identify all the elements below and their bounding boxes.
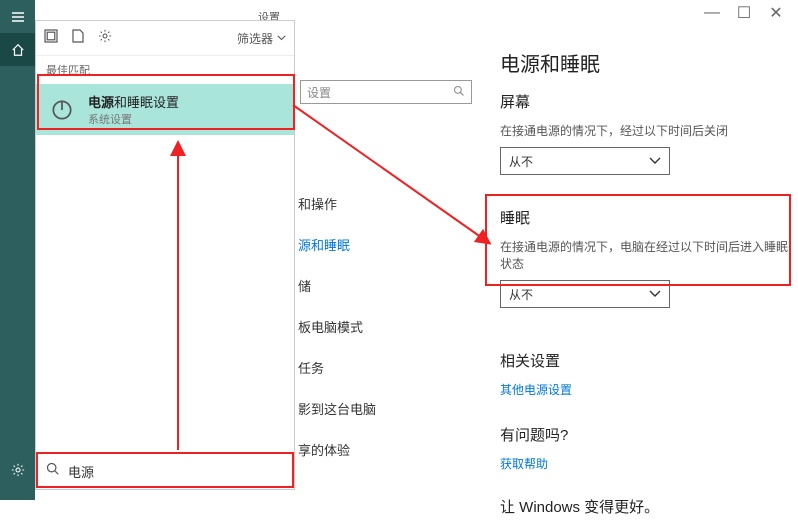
sleep-desc: 在接通电源的情况下，电脑在经过以下时间后进入睡眠状态 (500, 238, 790, 272)
close-button[interactable]: ✕ (760, 2, 792, 24)
search-icon (46, 462, 60, 481)
search-icon (453, 85, 465, 100)
maximize-button[interactable]: ☐ (728, 2, 760, 24)
sleep-timeout-value: 从不 (509, 286, 533, 303)
search-input[interactable] (68, 464, 284, 479)
apps-icon[interactable] (44, 29, 58, 48)
power-icon (48, 96, 76, 124)
search-toolbar: 筛选器 (36, 21, 294, 56)
screen-desc: 在接通电源的情况下，经过以下时间后关闭 (500, 122, 790, 139)
gear-icon[interactable] (98, 29, 112, 48)
home-button[interactable] (0, 33, 35, 66)
nav-item[interactable]: 储 (298, 276, 376, 295)
nav-item[interactable]: 任务 (298, 358, 376, 377)
chevron-down-icon (649, 287, 661, 301)
nav-item[interactable]: 享的体验 (298, 440, 376, 459)
screen-timeout-select[interactable]: 从不 (500, 147, 670, 175)
nav-item[interactable]: 板电脑模式 (298, 317, 376, 336)
better-heading: 让 Windows 变得更好。 (500, 496, 790, 517)
nav-item[interactable]: 和操作 (298, 194, 376, 213)
result-power-sleep[interactable]: 电源和睡眠设置 系统设置 (36, 84, 294, 135)
page-title: 电源和睡眠 (500, 48, 790, 77)
sleep-timeout-select[interactable]: 从不 (500, 280, 670, 308)
taskbar-settings-button[interactable] (0, 453, 35, 486)
result-subtitle: 系统设置 (88, 111, 179, 127)
best-match-label: 最佳匹配 (36, 56, 294, 84)
settings-search-placeholder: 设置 (307, 84, 331, 101)
documents-icon[interactable] (72, 29, 84, 48)
other-power-settings-link[interactable]: 其他电源设置 (500, 381, 790, 398)
filter-button[interactable]: 筛选器 (237, 30, 286, 47)
settings-content: 电源和睡眠 屏幕 在接通电源的情况下，经过以下时间后关闭 从不 睡眠 在接通电源… (500, 48, 790, 527)
filter-label: 筛选器 (237, 30, 273, 47)
nav-item-power-sleep[interactable]: 源和睡眠 (298, 235, 376, 254)
window-controls: — ☐ ✕ (696, 2, 792, 24)
settings-nav: 和操作 源和睡眠 储 板电脑模式 任务 影到这台电脑 享的体验 (298, 194, 376, 459)
screen-timeout-value: 从不 (509, 153, 533, 170)
taskbar (0, 0, 35, 500)
result-title: 电源和睡眠设置 (88, 92, 179, 111)
related-heading: 相关设置 (500, 350, 790, 371)
search-panel: 筛选器 最佳匹配 电源和睡眠设置 系统设置 (35, 20, 295, 490)
screen-heading: 屏幕 (500, 91, 790, 112)
search-box[interactable] (36, 453, 294, 489)
settings-search-input[interactable]: 设置 (300, 80, 472, 104)
chevron-down-icon (649, 154, 661, 168)
hamburger-button[interactable] (0, 0, 35, 33)
get-help-link[interactable]: 获取帮助 (500, 455, 790, 472)
minimize-button[interactable]: — (696, 2, 728, 24)
sleep-heading: 睡眠 (500, 207, 790, 228)
question-heading: 有问题吗? (500, 424, 790, 445)
nav-item[interactable]: 影到这台电脑 (298, 399, 376, 418)
